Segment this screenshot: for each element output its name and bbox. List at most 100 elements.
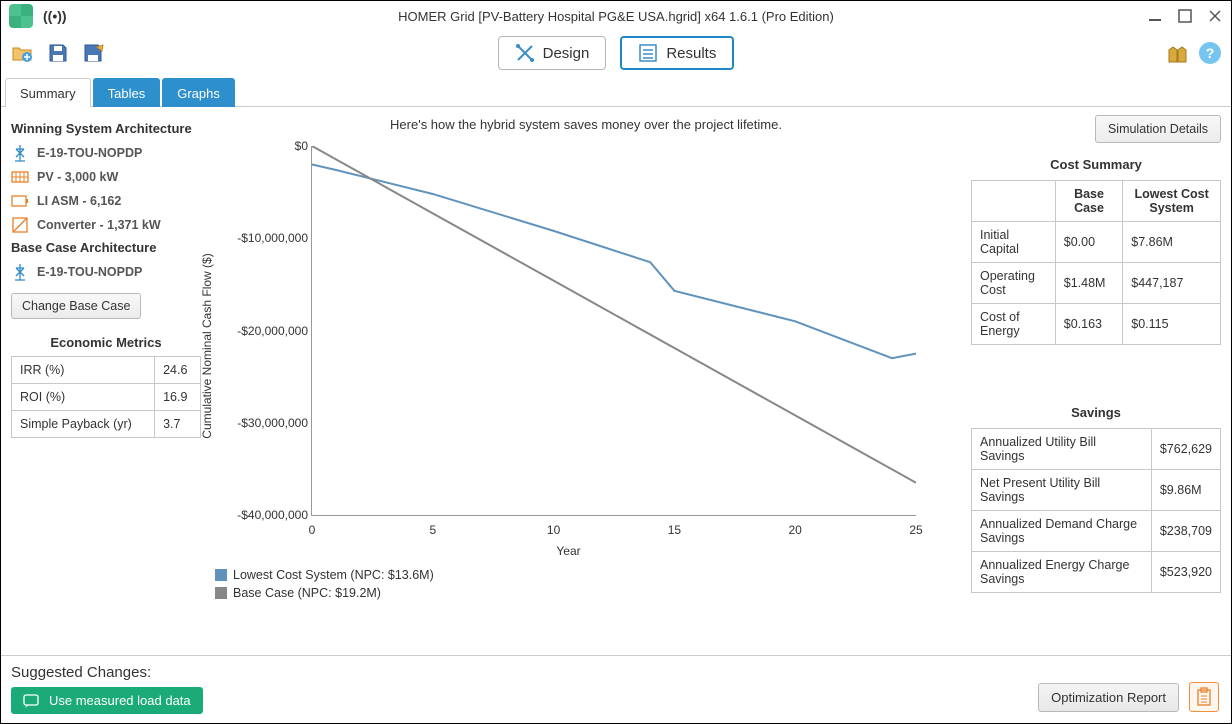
clipboard-icon[interactable] (1189, 682, 1219, 712)
maximize-button[interactable] (1177, 8, 1193, 24)
footer: Suggested Changes: Use measured load dat… (1, 655, 1231, 722)
savings-value: $523,920 (1151, 552, 1220, 593)
simulation-details-button[interactable]: Simulation Details (1095, 115, 1221, 143)
x-tick-label: 20 (789, 523, 802, 537)
economic-metrics-heading: Economic Metrics (11, 335, 201, 350)
design-mode-button[interactable]: Design (498, 36, 607, 70)
y-tick-label: $0 (232, 139, 308, 153)
base-architecture-heading: Base Case Architecture (11, 240, 201, 255)
suggested-changes-heading: Suggested Changes: (11, 664, 1221, 681)
table-row: Annualized Demand Charge Savings$238,709 (972, 511, 1221, 552)
close-button[interactable] (1207, 8, 1223, 24)
cost-summary-table: Base Case Lowest Cost System Initial Cap… (971, 180, 1221, 345)
metric-label: ROI (%) (12, 384, 155, 411)
results-mode-label: Results (666, 45, 716, 62)
results-mode-button[interactable]: Results (620, 36, 734, 70)
cost-low: $447,187 (1123, 263, 1221, 304)
tab-graphs[interactable]: Graphs (162, 78, 235, 107)
table-row: IRR (%)24.6 (12, 357, 201, 384)
savings-label: Net Present Utility Bill Savings (972, 470, 1152, 511)
metric-value: 3.7 (155, 411, 201, 438)
chat-icon (23, 694, 41, 708)
change-base-case-button[interactable]: Change Base Case (11, 293, 141, 319)
tab-tables[interactable]: Tables (93, 78, 161, 107)
right-panel: Simulation Details Cost Summary Base Cas… (971, 115, 1221, 655)
savings-value: $762,629 (1151, 429, 1220, 470)
table-row: Annualized Energy Charge Savings$523,920 (972, 552, 1221, 593)
x-tick-label: 5 (429, 523, 436, 537)
legend-lowest-cost: Lowest Cost System (NPC: $13.6M) (215, 568, 961, 582)
metric-value: 24.6 (155, 357, 201, 384)
tower-icon (11, 144, 29, 162)
toolbar: Design Results ? (1, 31, 1231, 75)
cost-base: $1.48M (1055, 263, 1122, 304)
y-tick-label: -$40,000,000 (232, 508, 308, 522)
table-row: Operating Cost$1.48M$447,187 (972, 263, 1221, 304)
col-header (972, 181, 1056, 222)
chart-legend: Lowest Cost System (NPC: $13.6M) Base Ca… (215, 568, 961, 600)
metric-label: Simple Payback (yr) (12, 411, 155, 438)
cost-label: Initial Capital (972, 222, 1056, 263)
save-icon[interactable] (47, 42, 69, 64)
optimization-report-button[interactable]: Optimization Report (1038, 683, 1179, 712)
savings-table: Annualized Utility Bill Savings$762,629N… (971, 428, 1221, 593)
col-header: Lowest Cost System (1123, 181, 1221, 222)
battery-icon (11, 192, 29, 210)
y-tick-label: -$30,000,000 (232, 416, 308, 430)
arch-item-label: E-19-TOU-NOPDP (37, 146, 142, 160)
table-row: Simple Payback (yr)3.7 (12, 411, 201, 438)
app-icon (9, 4, 33, 28)
base-arch-item-tariff: E-19-TOU-NOPDP (11, 263, 201, 281)
use-measured-load-chip[interactable]: Use measured load data (11, 687, 203, 714)
y-tick-label: -$20,000,000 (232, 324, 308, 338)
save-as-icon[interactable] (83, 42, 105, 64)
metric-value: 16.9 (155, 384, 201, 411)
savings-label: Annualized Energy Charge Savings (972, 552, 1152, 593)
arch-item-label: LI ASM - 6,162 (37, 194, 121, 208)
cost-label: Cost of Energy (972, 304, 1056, 345)
design-mode-label: Design (543, 45, 590, 62)
savings-label: Annualized Demand Charge Savings (972, 511, 1152, 552)
savings-value: $9.86M (1151, 470, 1220, 511)
metric-label: IRR (%) (12, 357, 155, 384)
library-icon[interactable] (1167, 42, 1189, 64)
converter-icon (11, 216, 29, 234)
x-tick-label: 0 (309, 523, 316, 537)
help-icon[interactable]: ? (1199, 42, 1221, 64)
legend-label: Lowest Cost System (NPC: $13.6M) (233, 568, 434, 582)
legend-swatch-icon (215, 569, 227, 581)
cost-low: $7.86M (1123, 222, 1221, 263)
legend-swatch-icon (215, 587, 227, 599)
minimize-button[interactable] (1147, 8, 1163, 24)
broadcast-icon: ((•)) (43, 8, 67, 24)
tab-summary[interactable]: Summary (5, 78, 91, 107)
left-panel: Winning System Architecture E-19-TOU-NOP… (11, 115, 201, 655)
x-tick-label: 15 (668, 523, 681, 537)
arch-item-tariff: E-19-TOU-NOPDP (11, 144, 201, 162)
table-row: ROI (%)16.9 (12, 384, 201, 411)
results-tabs: Summary Tables Graphs (1, 75, 1231, 107)
y-tick-label: -$10,000,000 (232, 231, 308, 245)
cost-summary-heading: Cost Summary (971, 157, 1221, 172)
economic-metrics-table: IRR (%)24.6ROI (%)16.9Simple Payback (yr… (11, 356, 201, 438)
open-folder-icon[interactable] (11, 42, 33, 64)
savings-heading: Savings (971, 405, 1221, 420)
cashflow-chart: Cumulative Nominal Cash Flow ($) $0-$10,… (211, 136, 926, 556)
content: Winning System Architecture E-19-TOU-NOP… (1, 107, 1231, 655)
arch-item-pv: PV - 3,000 kW (11, 168, 201, 186)
x-tick-label: 10 (547, 523, 560, 537)
chart-xlabel: Year (556, 544, 580, 558)
cost-label: Operating Cost (972, 263, 1056, 304)
arch-item-battery: LI ASM - 6,162 (11, 192, 201, 210)
chip-label: Use measured load data (49, 693, 191, 708)
window-title: HOMER Grid [PV-Battery Hospital PG&E USA… (1, 9, 1231, 24)
chart-caption: Here's how the hybrid system saves money… (211, 117, 961, 132)
legend-base-case: Base Case (NPC: $19.2M) (215, 586, 961, 600)
tower-icon (11, 263, 29, 281)
arch-item-label: E-19-TOU-NOPDP (37, 265, 142, 279)
table-row: Cost of Energy$0.163$0.115 (972, 304, 1221, 345)
cost-base: $0.00 (1055, 222, 1122, 263)
x-tick-label: 25 (909, 523, 922, 537)
savings-label: Annualized Utility Bill Savings (972, 429, 1152, 470)
cost-base: $0.163 (1055, 304, 1122, 345)
